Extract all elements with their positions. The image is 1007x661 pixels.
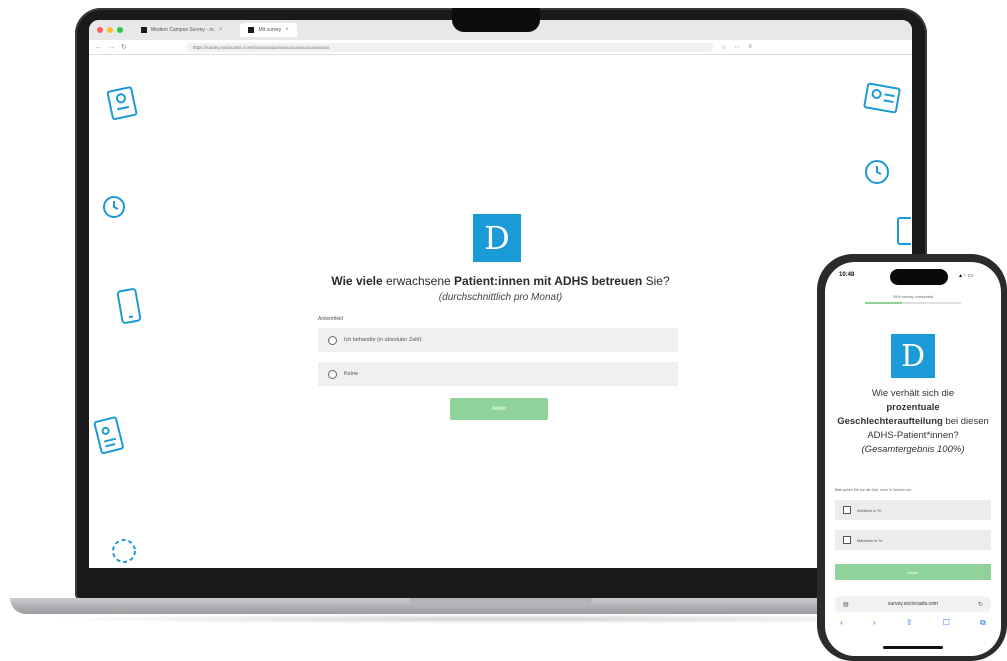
tabs-icon[interactable]: ⧉ <box>980 618 986 628</box>
question-text: Wie verhält sich die <box>871 388 955 399</box>
id-card-icon <box>104 83 142 123</box>
reload-icon[interactable]: ↻ <box>978 601 983 608</box>
phone-browser-toolbar: ‹ › ⇪ ☐ ⧉ <box>825 618 1001 628</box>
radio-button[interactable] <box>328 335 337 345</box>
progress-bar-fill <box>865 302 903 304</box>
bookmark-star-icon[interactable]: ☆ <box>721 44 726 51</box>
tab-label: Mit survey <box>258 27 282 33</box>
next-button[interactable]: Weiter <box>835 564 991 580</box>
menu-icon[interactable]: ≡ <box>748 44 752 50</box>
back-arrow-icon[interactable]: ← <box>95 44 102 51</box>
contact-card-icon <box>861 79 904 117</box>
browser-tab-1[interactable]: Modern Campus Survey - rs. × <box>133 23 230 37</box>
radio-button[interactable] <box>328 369 337 379</box>
window-controls <box>97 27 123 33</box>
laptop-notch <box>452 8 540 32</box>
survey-question: Wie viele erwachsene Patient:innen mit A… <box>89 274 912 288</box>
tab-favicon-icon <box>248 27 255 33</box>
question-text: erwachsene <box>382 274 455 288</box>
forward-arrow-icon[interactable]: → <box>108 44 115 51</box>
clock-icon <box>863 158 891 186</box>
document-icon <box>895 216 912 246</box>
checkbox[interactable] <box>843 536 851 544</box>
question-bold-middle: Patient:innen mit ADHS betreuen <box>454 274 643 288</box>
brand-logo: D <box>473 214 521 262</box>
url-field[interactable]: https://survey.sociocasts.com/s/xxxxxxxx… <box>186 42 713 52</box>
dynamic-island <box>890 269 948 285</box>
reader-mode-icon[interactable]: ▤ <box>843 601 849 608</box>
extensions-icon[interactable]: ⋯ <box>734 44 740 51</box>
brand-logo: D <box>891 334 935 378</box>
input-hint: Bitte geben Sie nur die Zahl, ohne % Zei… <box>835 488 913 492</box>
checkbox[interactable] <box>843 506 851 514</box>
option-label: Ich behandle (in absoluter Zahl): <box>344 337 423 343</box>
option-ich-behandle[interactable]: Ich behandle (in absoluter Zahl): <box>318 328 678 352</box>
browser-tab-2[interactable]: Mit survey × <box>240 23 297 37</box>
question-text-end: Sie? <box>642 274 670 288</box>
tab-label: Modern Campus Survey - rs. <box>151 27 215 33</box>
maximize-window-button[interactable] <box>117 27 123 33</box>
phone-survey-question: Wie verhält sich die prozentuale Geschlec… <box>833 387 993 457</box>
clock-icon <box>101 194 127 220</box>
question-bold: prozentuale Geschlechteraufteilung <box>837 402 943 427</box>
share-icon[interactable]: ⇪ <box>906 618 913 628</box>
patient-file-icon <box>91 413 130 459</box>
progress-bar <box>865 302 961 304</box>
option-label: Keine <box>344 371 359 377</box>
option-label: Weiblich in %: <box>857 507 883 513</box>
phone-status-icons: ▴ ◦ ▭ <box>959 273 974 279</box>
tab-close-icon[interactable]: × <box>219 27 223 33</box>
back-icon[interactable]: ‹ <box>840 618 843 628</box>
progress-label: 39% survey completed <box>892 294 934 299</box>
home-indicator <box>883 646 943 649</box>
next-button[interactable]: Weiter <box>450 398 548 420</box>
minimize-window-button[interactable] <box>107 27 113 33</box>
option-keine[interactable]: Keine <box>318 362 678 386</box>
option-label: Männlich in %: <box>857 537 884 543</box>
forward-icon[interactable]: › <box>873 618 876 628</box>
reload-icon[interactable]: ↻ <box>121 43 127 51</box>
answer-field-label: Antwortfeld <box>318 316 344 322</box>
browser-address-bar: ← → ↻ https://survey.sociocasts.com/s/xx… <box>89 40 912 55</box>
laptop-base-groove <box>410 598 592 607</box>
close-window-button[interactable] <box>97 27 103 33</box>
bookmarks-icon[interactable]: ☐ <box>943 618 950 628</box>
phone-screen: 10:48 ▴ ◦ ▭ 39% survey completed D Wie v… <box>825 262 1001 656</box>
phone-url-bar[interactable]: ▤ survey.sociocasts.com ↻ <box>835 596 991 612</box>
laptop-screen: Modern Campus Survey - rs. × Mit survey … <box>89 20 912 568</box>
question-bold-start: Wie viele <box>331 274 383 288</box>
tab-favicon-icon <box>141 27 147 33</box>
option-weiblich[interactable]: Weiblich in %: <box>835 500 991 520</box>
option-maennlich[interactable]: Männlich in %: <box>835 530 991 550</box>
tab-close-icon[interactable]: × <box>285 27 289 33</box>
phone-url-text: survey.sociocasts.com <box>888 601 938 607</box>
phone-clock: 10:48 <box>839 272 855 278</box>
survey-question-subtitle: (durchschnittlich pro Monat) <box>438 292 563 303</box>
refresh-circle-icon <box>109 536 139 566</box>
question-italic: (Gesamtergebnis 100%) <box>861 444 965 455</box>
